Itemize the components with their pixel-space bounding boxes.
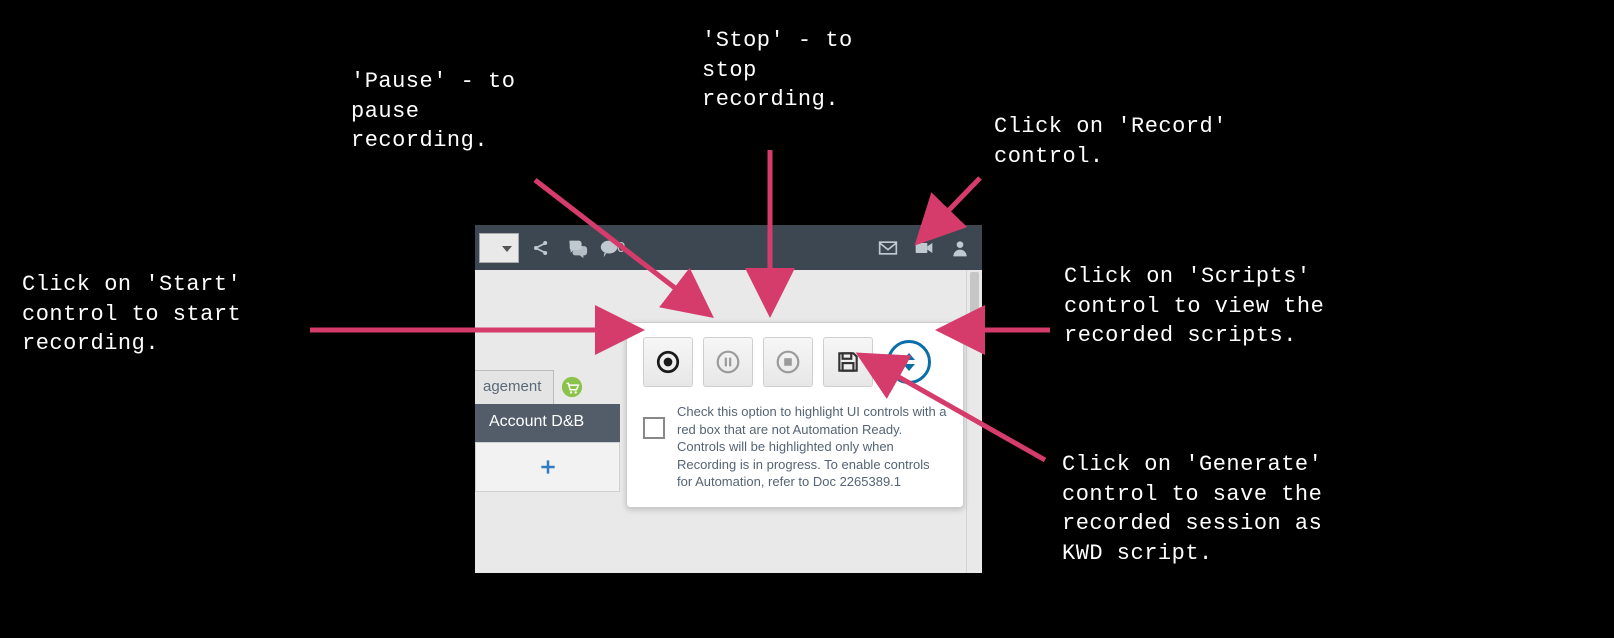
annotation-scripts: Click on 'Scripts' control to view the r… <box>1064 262 1324 351</box>
save-icon <box>835 349 861 375</box>
tab-management-label: agement <box>483 378 541 395</box>
main-content-area: agement Account D&B Fund Eligible <box>475 270 982 573</box>
stop-button[interactable] <box>763 337 813 387</box>
record-icon[interactable] <box>906 231 942 265</box>
highlight-checkbox[interactable] <box>643 417 665 439</box>
top-toolbar: 0 <box>475 225 982 270</box>
mail-icon[interactable] <box>870 231 906 265</box>
plus-icon <box>538 457 558 477</box>
start-button[interactable] <box>643 337 693 387</box>
cart-icon[interactable] <box>554 370 590 404</box>
annotation-start: Click on 'Start' control to start record… <box>22 270 241 359</box>
generate-button[interactable] <box>823 337 873 387</box>
record-popover: Check this option to highlight UI contro… <box>626 322 964 508</box>
tab-account-dnb-label: Account D&B <box>489 413 584 430</box>
chevron-up-icon <box>903 353 915 360</box>
tab-account-dnb[interactable]: Account D&B <box>475 404 620 442</box>
annotation-stop: 'Stop' - to stop recording. <box>702 26 853 115</box>
chevron-down-icon <box>903 364 915 371</box>
scripts-button[interactable] <box>887 340 931 384</box>
chat-icon[interactable] <box>559 231 595 265</box>
popover-body: Check this option to highlight UI contro… <box>627 399 963 507</box>
pause-button[interactable] <box>703 337 753 387</box>
annotation-generate: Click on 'Generate' control to save the … <box>1062 450 1322 569</box>
toolbar-dropdown[interactable] <box>479 233 519 263</box>
tab-strip: agement <box>475 370 590 404</box>
popover-button-row <box>627 323 963 399</box>
app-screenshot: 0 agement Account D&B Fund E <box>475 225 982 573</box>
user-icon[interactable] <box>942 231 978 265</box>
annotation-pause: 'Pause' - to pause recording. <box>351 67 515 156</box>
tab-management[interactable]: agement <box>475 370 554 404</box>
add-button[interactable] <box>475 442 620 492</box>
share-icon[interactable] <box>523 231 559 265</box>
annotation-record: Click on 'Record' control. <box>994 112 1227 171</box>
popover-help-text: Check this option to highlight UI contro… <box>677 403 947 491</box>
scrollbar[interactable] <box>966 270 982 573</box>
notification-icon[interactable]: 0 <box>595 231 629 265</box>
notification-count: 0 <box>617 239 625 256</box>
